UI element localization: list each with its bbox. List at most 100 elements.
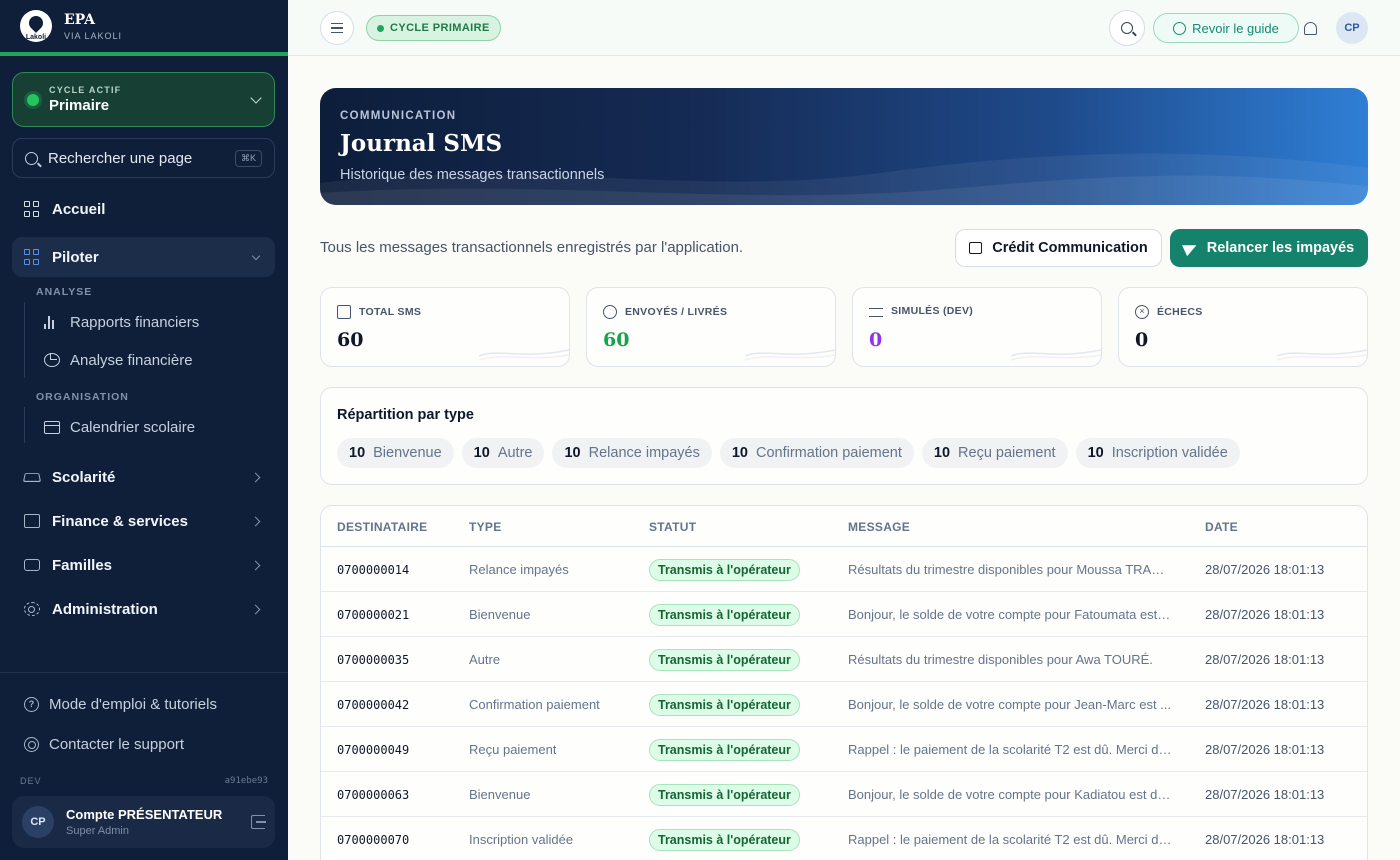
type-chip[interactable]: 10 Confirmation paiement — [719, 438, 914, 468]
page-title: Journal SMS — [340, 130, 503, 157]
bell-icon — [1303, 21, 1317, 35]
chevron-down-icon — [250, 91, 262, 104]
gear-icon — [24, 602, 40, 616]
sliders-icon — [869, 307, 883, 317]
sidebar-item-label: Analyse financière — [70, 351, 193, 369]
chip-label: Bienvenue — [373, 445, 442, 461]
stat-value: 60 — [603, 329, 630, 351]
sidebar-item-label: Calendrier scolaire — [70, 418, 196, 436]
column-header[interactable]: DESTINATAIRE — [337, 520, 428, 534]
page-search[interactable]: Rechercher une page ⌘K — [12, 138, 275, 178]
search-button[interactable] — [1109, 10, 1145, 46]
cell-type: Autre — [469, 652, 501, 667]
dashboard-icon — [24, 201, 40, 217]
type-chip[interactable]: 10 Bienvenue — [337, 438, 454, 468]
cycle-value: Primaire — [49, 97, 110, 114]
logout-icon[interactable] — [251, 815, 266, 829]
brand[interactable]: Lakoli EPA VIA LAKOLI — [0, 0, 288, 56]
status-badge: Transmis à l'opérateur — [649, 829, 800, 851]
cycle-badge[interactable]: CYCLE PRIMAIRE — [366, 15, 501, 41]
chip-count: 10 — [1087, 445, 1104, 461]
chip-count: 10 — [731, 445, 748, 461]
cell-date: 28/07/2026 18:01:13 — [1205, 562, 1325, 577]
sidebar-item-analyse[interactable]: Analyse financière — [44, 345, 193, 375]
account-name: Compte PRÉSENTATEUR — [66, 807, 223, 822]
chip-label: Inscription validée — [1111, 445, 1228, 461]
sidebar-item-scolarite[interactable]: Scolarité — [12, 457, 275, 497]
sidebar-item-finance[interactable]: Finance & services — [12, 501, 275, 541]
table-row[interactable]: 0700000035 Autre Transmis à l'opérateur … — [321, 637, 1367, 682]
cell-recipient: 0700000063 — [337, 788, 410, 802]
cell-message: Rappel : le paiement de la scolarité T2 … — [848, 832, 1173, 847]
cycle-selector[interactable]: CYCLE ACTIF Primaire — [12, 72, 275, 127]
column-header[interactable]: TYPE — [469, 520, 502, 534]
avatar: CP — [22, 806, 54, 838]
user-avatar[interactable]: CP — [1336, 12, 1368, 44]
status-badge: Transmis à l'opérateur — [649, 784, 800, 806]
table-row[interactable]: 0700000021 Bienvenue Transmis à l'opérat… — [321, 592, 1367, 637]
table-header: DESTINATAIRE TYPE STATUT MESSAGE DATE — [321, 506, 1367, 547]
notifications-button[interactable] — [1300, 18, 1320, 38]
credit-communication-button[interactable]: Crédit Communication — [955, 229, 1162, 267]
sidebar-item-calendrier[interactable]: Calendrier scolaire — [44, 412, 195, 442]
column-header[interactable]: MESSAGE — [848, 520, 910, 534]
compass-icon — [1173, 21, 1187, 35]
cell-date: 28/07/2026 18:01:13 — [1205, 787, 1325, 802]
chip-label: Confirmation paiement — [756, 445, 902, 461]
cell-recipient: 0700000021 — [337, 608, 410, 622]
sidebar-item-familles[interactable]: Familles — [12, 545, 275, 585]
type-chip[interactable]: 10 Inscription validée — [1075, 438, 1240, 468]
type-chip[interactable]: 10 Autre — [461, 438, 545, 468]
brand-name: EPA — [64, 11, 96, 28]
table-row[interactable]: 0700000063 Bienvenue Transmis à l'opérat… — [321, 772, 1367, 817]
account-card[interactable]: CP Compte PRÉSENTATEUR Super Admin — [12, 796, 275, 848]
stat-label: TOTAL SMS — [359, 306, 422, 318]
column-header[interactable]: STATUT — [649, 520, 696, 534]
chevron-right-icon — [250, 472, 261, 482]
chip-count: 10 — [473, 445, 490, 461]
cell-type: Bienvenue — [469, 787, 531, 802]
stat-value: 0 — [1135, 329, 1149, 351]
cell-type: Reçu paiement — [469, 742, 557, 757]
message-icon — [337, 305, 351, 319]
account-role: Super Admin — [66, 825, 129, 837]
search-label: Rechercher une page — [48, 149, 193, 167]
column-header[interactable]: DATE — [1205, 520, 1238, 534]
cell-date: 28/07/2026 18:01:13 — [1205, 697, 1325, 712]
stat-value: 60 — [337, 329, 364, 351]
tutorials-link[interactable]: ? Mode d'emploi & tutoriels — [24, 692, 217, 716]
cell-recipient: 0700000014 — [337, 563, 410, 577]
stat-label: SIMULÉS (DEV) — [891, 305, 974, 317]
relancer-impayes-button[interactable]: Relancer les impayés — [1170, 229, 1368, 267]
type-chip[interactable]: 10 Reçu paiement — [921, 438, 1068, 468]
page-subtitle: Historique des messages transactionnels — [340, 167, 605, 183]
send-icon — [1181, 239, 1199, 257]
search-icon — [1121, 22, 1133, 34]
relance-label: Relancer les impayés — [1206, 240, 1355, 256]
sparkline-decoration — [479, 349, 569, 361]
wallet-icon — [24, 514, 40, 528]
support-link[interactable]: Contacter le support — [24, 732, 184, 756]
hero-kicker: COMMUNICATION — [340, 110, 457, 122]
table-row[interactable]: 0700000042 Confirmation paiement Transmi… — [321, 682, 1367, 727]
type-chip[interactable]: 10 Relance impayés — [552, 438, 712, 468]
cell-recipient: 0700000035 — [337, 653, 410, 667]
sidebar-item-accueil[interactable]: Accueil — [12, 189, 275, 229]
stat-card-sent: ENVOYÉS / LIVRÉS 60 — [586, 287, 836, 367]
credit-label: Crédit Communication — [992, 240, 1148, 256]
sidebar-item-administration[interactable]: Administration — [12, 589, 275, 629]
sparkline-decoration — [1277, 349, 1367, 361]
sidebar-item-piloter[interactable]: Piloter — [12, 237, 275, 277]
graduation-cap-icon — [22, 473, 42, 482]
sidebar-item-rapports[interactable]: Rapports financiers — [44, 307, 199, 337]
dashboard-icon — [24, 249, 40, 265]
menu-toggle-button[interactable] — [320, 11, 354, 45]
stat-value: 0 — [869, 329, 883, 351]
table-row[interactable]: 0700000049 Reçu paiement Transmis à l'op… — [321, 727, 1367, 772]
cell-message: Rappel : le paiement de la scolarité T2 … — [848, 742, 1173, 757]
guide-button[interactable]: Revoir le guide — [1153, 13, 1299, 43]
cell-date: 28/07/2026 18:01:13 — [1205, 742, 1325, 757]
table-row[interactable]: 0700000014 Relance impayés Transmis à l'… — [321, 547, 1367, 592]
chevron-down-icon — [251, 251, 261, 260]
table-row[interactable]: 0700000070 Inscription validée Transmis … — [321, 817, 1367, 860]
